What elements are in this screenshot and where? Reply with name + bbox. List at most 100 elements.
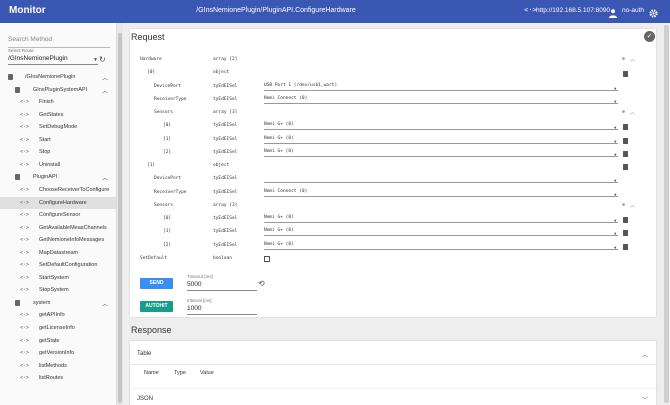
delete-icon[interactable]	[623, 217, 628, 223]
chevron-down-icon[interactable]: ▼	[614, 178, 616, 183]
chevron-up-icon[interactable]: ︿	[102, 73, 108, 82]
chevron-down-icon[interactable]: ﹀	[642, 395, 648, 404]
delete-icon[interactable]	[623, 137, 628, 144]
field-select[interactable]: Nemi G+ (0)	[264, 149, 618, 157]
method-item[interactable]: <·> MapDatastream	[0, 247, 116, 260]
method-item[interactable]: <·> getVersionInfo	[0, 347, 116, 360]
field-name: Hardware	[140, 57, 162, 62]
method-item[interactable]: <·> Start	[0, 134, 116, 147]
delete-icon[interactable]	[623, 243, 628, 250]
method-item[interactable]: <·> ChooseReceiverToConfigure	[0, 184, 116, 197]
chevron-down-icon[interactable]: ▼	[614, 152, 616, 157]
route-group[interactable]: ︿ PluginAPI	[0, 171, 116, 184]
method-item[interactable]: <·> StopSystem	[0, 284, 116, 297]
add-icon[interactable]: ⊕	[622, 202, 625, 208]
code-icon: <·>	[20, 186, 30, 193]
chevron-up-icon[interactable]: ︿	[102, 86, 108, 95]
method-item[interactable]: <·> ConfigureHardware	[0, 196, 116, 209]
field-select[interactable]: Nemi Connect (0)	[264, 96, 618, 104]
check-circle-icon[interactable]: ✓	[644, 31, 655, 42]
method-item[interactable]: <·> SetDebugMode	[0, 121, 116, 134]
delete-icon[interactable]	[623, 71, 628, 78]
main-scrollbar-thumb[interactable]	[664, 25, 669, 403]
route-group[interactable]: ︿ /GInsNemionePlugin	[0, 71, 116, 84]
add-icon[interactable]: ⊕	[622, 109, 625, 115]
add-icon[interactable]: ⊕	[622, 56, 625, 62]
search-input[interactable]: Search Method	[8, 36, 110, 48]
field-type: tyEdEISel	[213, 242, 238, 248]
field-select[interactable]: Nemi Connect (0)	[264, 189, 618, 197]
gear-icon[interactable]	[649, 5, 658, 23]
chevron-up-icon[interactable]: ︿	[642, 350, 648, 359]
chevron-up-icon[interactable]: ︿	[102, 173, 108, 182]
method-item[interactable]: <·> Uninstall	[0, 159, 116, 172]
method-item[interactable]: <·> listRoutes	[0, 372, 116, 385]
sidebar: Search Method Select Route /GInsNemioneP…	[0, 23, 117, 405]
method-item[interactable]: <·> GetNemioneInfoMessages	[0, 234, 116, 247]
code-icon: <·>	[20, 249, 30, 256]
field-select[interactable]: Nemi G+ (0)	[264, 122, 618, 131]
chevron-down-icon[interactable]: ▼	[614, 86, 616, 91]
field-select[interactable]: Nemi G+ (0)	[264, 136, 618, 144]
refresh-icon[interactable]: ↻	[99, 55, 106, 64]
route-group[interactable]: ︿ GInsPluginSystemAPI	[0, 84, 116, 97]
chevron-down-icon[interactable]: ▼	[614, 125, 616, 130]
tree-item-label: getState	[39, 337, 60, 344]
chevron-down-icon[interactable]: ▼	[614, 245, 616, 250]
field-select[interactable]: USB Port 1 (/dev/usb1_wart)	[264, 83, 618, 91]
method-item[interactable]: <·> StartSystem	[0, 272, 116, 285]
method-item[interactable]: <·> GetAvailableMeasChannels	[0, 222, 116, 235]
timeout-value: 5000	[187, 281, 257, 291]
top-app-bar: Monitor /GInsNemionePlugin/PluginAPI.Con…	[0, 0, 670, 23]
route-select[interactable]: /GInsNemionePlugin	[8, 55, 98, 65]
tree-item-label: PluginAPI	[33, 174, 58, 181]
method-item[interactable]: <·> SetDefaultConfiguration	[0, 259, 116, 272]
chevron-up-icon[interactable]: ︿	[630, 202, 635, 209]
chevron-down-icon[interactable]: ▼	[614, 99, 616, 104]
chevron-up-icon[interactable]: ︿	[630, 56, 635, 63]
chevron-down-icon[interactable]: ▼	[614, 218, 616, 223]
field-name: SetDefault	[140, 255, 168, 261]
method-item[interactable]: <·> getAPIInfo	[0, 309, 116, 322]
history-icon[interactable]: ⟲	[258, 279, 265, 288]
sidebar-scrollbar-thumb[interactable]	[118, 33, 122, 403]
delete-icon[interactable]	[623, 150, 628, 157]
route-group[interactable]: ︿ system	[0, 297, 116, 310]
request-field-row: [2] tyEdEISel Nemi G+ (0) ▼	[130, 148, 656, 161]
field-select[interactable]: Nemi G+ (0)	[264, 228, 618, 237]
method-item[interactable]: <·> listMethods	[0, 360, 116, 373]
delete-icon[interactable]	[623, 230, 628, 237]
method-item[interactable]: <·> Stop	[0, 146, 116, 159]
field-name: [1]	[163, 229, 172, 235]
table-panel-title[interactable]: Table	[137, 351, 151, 357]
chevron-down-icon[interactable]: ▼	[614, 231, 616, 236]
server-url[interactable]: http://192.168.5.107:8090	[536, 7, 610, 14]
field-name: [1]	[147, 163, 156, 168]
delete-icon[interactable]	[623, 124, 628, 131]
table-panel: Table ︿	[130, 341, 656, 390]
method-item[interactable]: <·> getState	[0, 335, 116, 348]
tree-item-label: getLicenseInfo	[39, 325, 75, 331]
autohit-button[interactable]: AUTOHIT	[140, 301, 173, 312]
field-select[interactable]	[264, 175, 618, 184]
method-item[interactable]: <·> GetStates	[0, 109, 116, 122]
delete-icon[interactable]	[623, 164, 628, 170]
interval-field[interactable]: Interval [ms] 1000	[187, 298, 257, 315]
chevron-up-icon[interactable]: ︿	[630, 109, 635, 116]
main-scrollbar[interactable]	[663, 23, 670, 405]
send-button[interactable]: SEND	[140, 278, 173, 289]
chevron-down-icon[interactable]: ▼	[614, 192, 616, 197]
method-item[interactable]: <·> getLicenseInfo	[0, 322, 116, 335]
timeout-field[interactable]: Timeout [ms] 5000	[187, 274, 257, 291]
chevron-up-icon[interactable]: ︿	[102, 299, 108, 308]
field-select[interactable]: Nemi G+ (0)	[264, 242, 618, 250]
chevron-down-icon[interactable]: ▼	[93, 57, 98, 63]
checkbox[interactable]	[264, 255, 270, 262]
field-select[interactable]: Nemi G+ (0)	[264, 215, 618, 223]
field-type: tyEdEISel	[213, 229, 238, 235]
method-item[interactable]: <·> Finish	[0, 96, 116, 109]
json-panel-title[interactable]: JSON	[137, 396, 153, 402]
chevron-down-icon[interactable]: ▼	[614, 139, 616, 144]
folder-icon	[15, 299, 20, 306]
method-item[interactable]: <·> ConfigureSensor	[0, 209, 116, 222]
